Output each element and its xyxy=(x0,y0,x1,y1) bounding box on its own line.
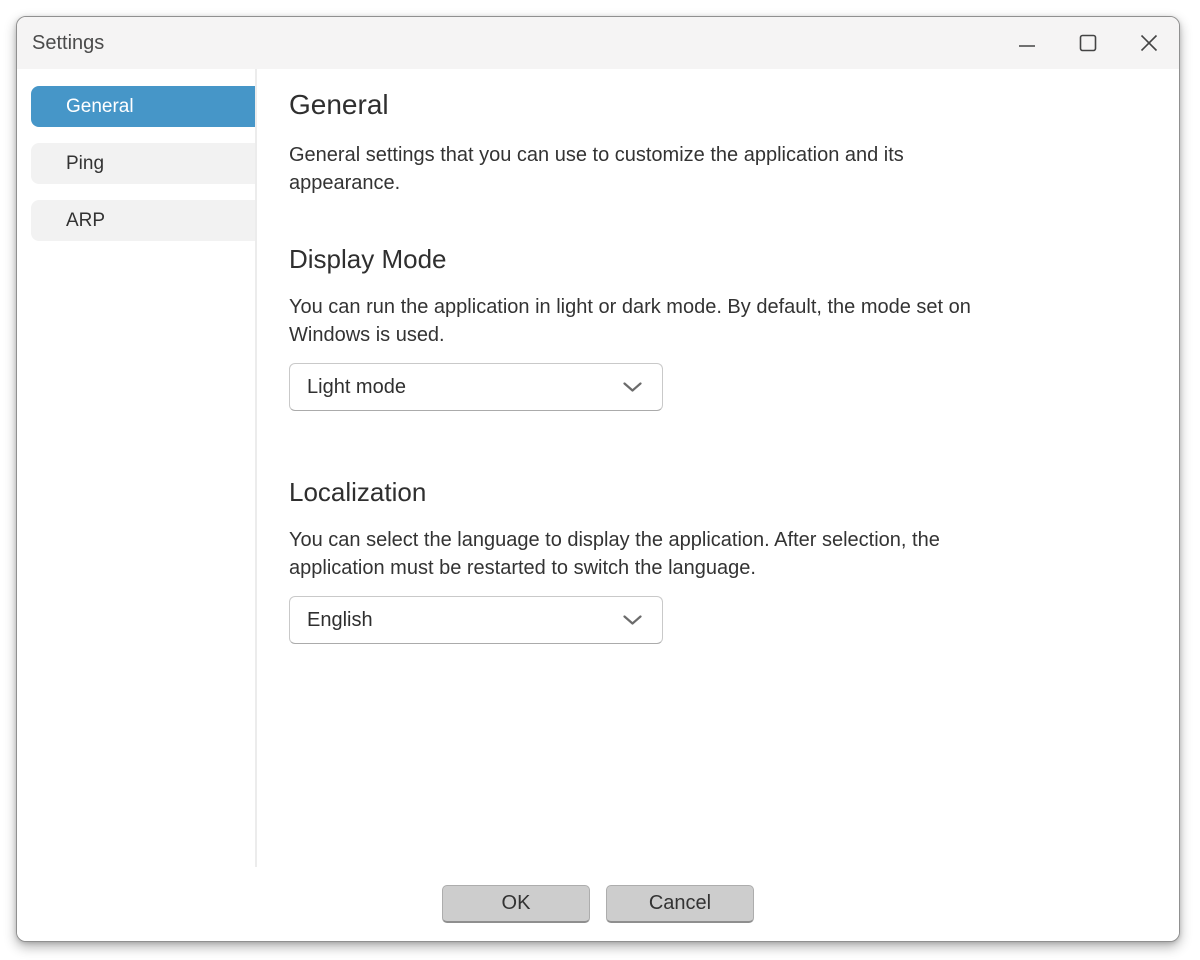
close-icon xyxy=(1140,34,1158,52)
section-description-localization: You can select the language to display t… xyxy=(289,526,1013,582)
window-controls xyxy=(996,17,1179,69)
section-heading-display-mode: Display Mode xyxy=(289,244,1149,275)
page-title: General xyxy=(289,89,1149,121)
sidebar-item-general[interactable]: General xyxy=(31,86,255,127)
minimize-icon xyxy=(1018,34,1036,52)
main-row: General Ping ARP General General setting… xyxy=(17,69,1179,867)
sidebar-item-arp[interactable]: ARP xyxy=(31,200,255,241)
sidebar-item-label: ARP xyxy=(66,210,105,232)
language-dropdown-value: English xyxy=(307,609,373,632)
maximize-icon xyxy=(1079,34,1097,52)
sidebar-item-ping[interactable]: Ping xyxy=(31,143,255,184)
section-heading-localization: Localization xyxy=(289,477,1149,508)
sidebar-item-label: Ping xyxy=(66,153,104,175)
page-description: General settings that you can use to cus… xyxy=(289,141,1013,197)
section-description-display-mode: You can run the application in light or … xyxy=(289,293,1013,349)
sidebar-item-label: General xyxy=(66,96,134,118)
display-mode-dropdown-value: Light mode xyxy=(307,376,406,399)
content-panel: General General settings that you can us… xyxy=(257,69,1179,867)
settings-window: Settings xyxy=(16,16,1180,942)
dialog-footer: OK Cancel xyxy=(17,867,1179,941)
chevron-down-icon xyxy=(623,615,642,626)
cancel-button[interactable]: Cancel xyxy=(606,885,754,923)
sidebar: General Ping ARP xyxy=(17,69,257,867)
display-mode-dropdown[interactable]: Light mode xyxy=(289,363,663,411)
language-dropdown[interactable]: English xyxy=(289,596,663,644)
titlebar: Settings xyxy=(17,17,1179,69)
maximize-button[interactable] xyxy=(1057,17,1118,69)
ok-button[interactable]: OK xyxy=(442,885,590,923)
window-title: Settings xyxy=(17,32,104,55)
minimize-button[interactable] xyxy=(996,17,1057,69)
close-button[interactable] xyxy=(1118,17,1179,69)
chevron-down-icon xyxy=(623,382,642,393)
